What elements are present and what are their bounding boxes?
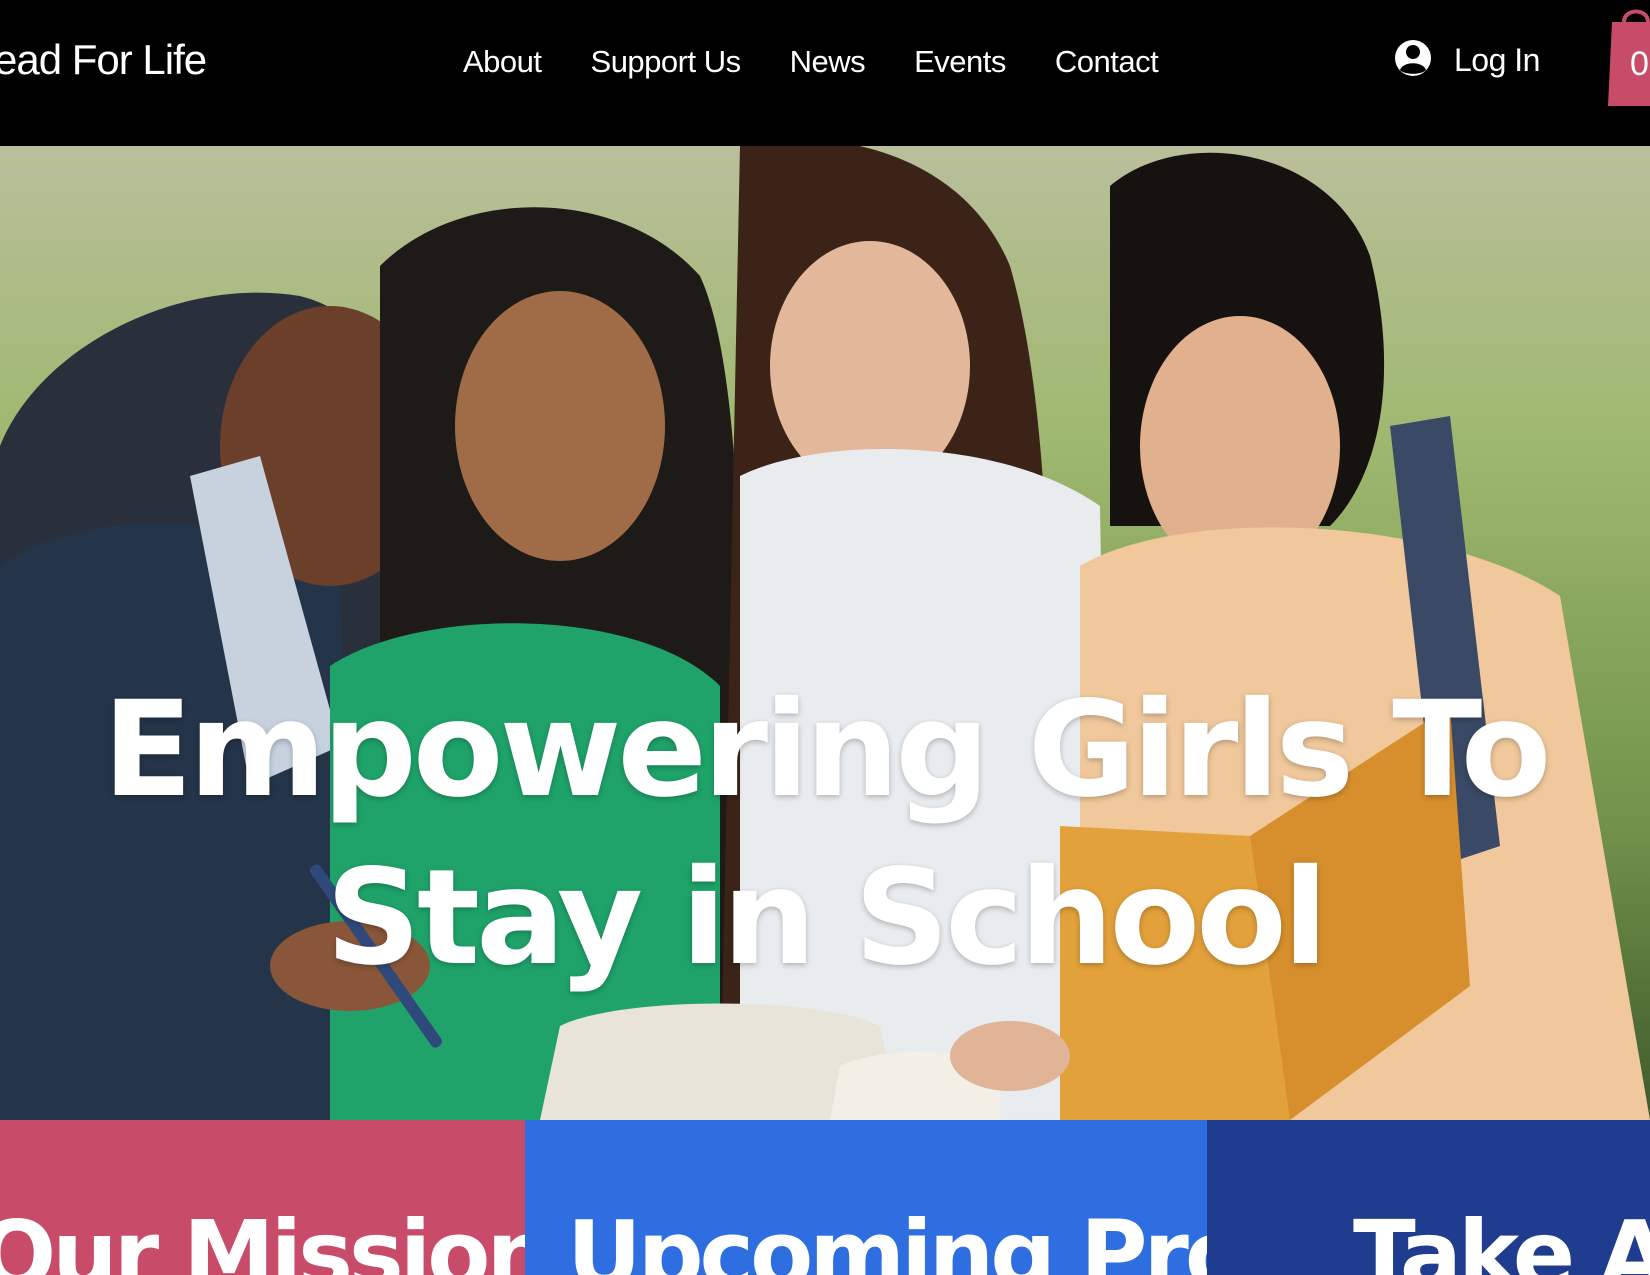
hero-title: Empowering Girls To Stay in School: [102, 673, 1552, 995]
login-button[interactable]: Log In: [1394, 28, 1540, 92]
main-nav: About Support Us News Events Contact: [463, 38, 1207, 86]
user-avatar-icon: [1394, 28, 1432, 93]
nav-item-about[interactable]: About: [463, 38, 542, 86]
card-title: Take Acti: [1353, 1201, 1650, 1275]
card-title: Upcoming Project: [567, 1201, 1207, 1275]
cart-count: 0: [1630, 45, 1649, 83]
nav-item-news[interactable]: News: [790, 38, 866, 86]
card-take-action[interactable]: Take Acti: [1207, 1120, 1650, 1275]
site-logo[interactable]: ead For Life: [0, 30, 207, 90]
nav-item-contact[interactable]: Contact: [1055, 38, 1159, 86]
site-header: ead For Life About Support Us News Event…: [0, 0, 1650, 146]
login-label: Log In: [1454, 41, 1540, 78]
cart-button[interactable]: 0: [1608, 0, 1650, 108]
nav-item-support-us[interactable]: Support Us: [591, 38, 742, 86]
nav-item-events[interactable]: Events: [914, 38, 1006, 86]
card-upcoming-project[interactable]: Upcoming Project: [525, 1120, 1207, 1275]
card-our-mission[interactable]: Our Mission: [0, 1120, 525, 1275]
hero-section: Empowering Girls To Stay in School: [0, 146, 1650, 1120]
card-title: Our Mission: [0, 1201, 525, 1275]
feature-cards: Our Mission Upcoming Project Take Acti: [0, 1120, 1650, 1275]
